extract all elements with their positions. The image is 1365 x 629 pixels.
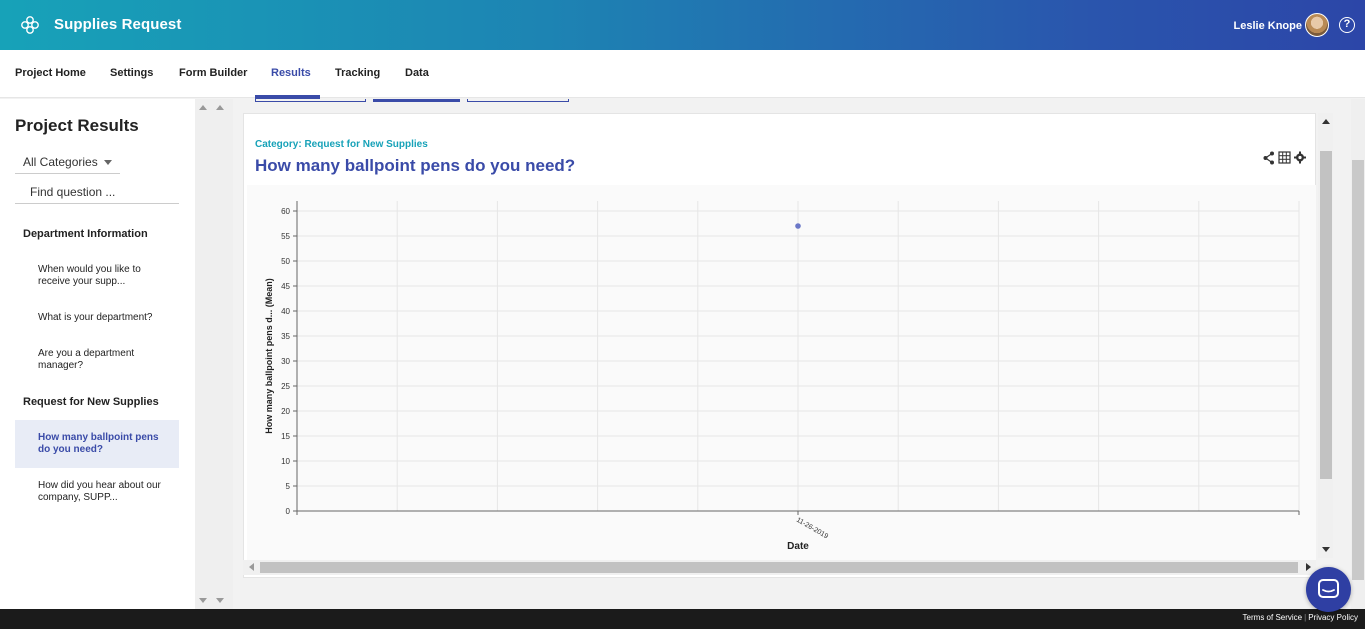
y-tick-label: 15 xyxy=(281,432,290,441)
chart-points xyxy=(795,223,801,229)
sidebar-scrollbar[interactable] xyxy=(195,99,238,609)
x-axis-label: Date xyxy=(787,541,809,552)
footer-links: Terms of Service | Privacy Policy xyxy=(1243,613,1358,622)
sidebar-title: Project Results xyxy=(15,116,139,135)
y-tick-label: 50 xyxy=(281,257,290,266)
y-tick-label: 25 xyxy=(281,382,290,391)
page-scrollbar-thumb[interactable] xyxy=(1352,160,1364,580)
divider xyxy=(15,173,120,174)
privacy-link[interactable]: Privacy Policy xyxy=(1308,613,1358,622)
result-tab[interactable] xyxy=(467,99,569,102)
category-select-value: All Categories xyxy=(23,155,98,169)
scroll-left-icon[interactable] xyxy=(249,563,254,571)
scroll-down-icon[interactable] xyxy=(216,598,224,603)
data-point[interactable] xyxy=(795,223,801,229)
chart-horizontal-scrollbar-thumb[interactable] xyxy=(260,562,1298,573)
y-tick-label: 55 xyxy=(281,232,290,241)
y-tick-label: 20 xyxy=(281,407,290,416)
chart-toolbar xyxy=(1263,151,1306,165)
chart-vertical-scrollbar-thumb[interactable] xyxy=(1320,151,1332,479)
sidebar-question[interactable]: What is your department? xyxy=(38,312,168,324)
x-tick-label: 11-26-2019 xyxy=(795,517,829,541)
category-select[interactable]: All Categories xyxy=(23,155,112,169)
table-icon[interactable] xyxy=(1278,151,1291,164)
y-tick-label: 30 xyxy=(281,357,290,366)
question-category: Category: Request for New Supplies xyxy=(255,139,428,150)
y-tick-label: 40 xyxy=(281,307,290,316)
y-tick-label: 35 xyxy=(281,332,290,341)
sidebar-question[interactable]: Are you a department manager? xyxy=(38,348,168,372)
sidebar: Project Results All Categories Find ques… xyxy=(0,99,195,609)
result-tab[interactable] xyxy=(373,99,460,102)
tab-settings[interactable]: Settings xyxy=(110,67,153,79)
sidebar-question[interactable]: How did you hear about our company, SUPP… xyxy=(38,480,168,504)
chat-button[interactable] xyxy=(1306,567,1351,612)
section-heading[interactable]: Department Information xyxy=(23,228,148,240)
y-axis: 0 5 10 15 20 25 30 35 40 45 50 55 60 xyxy=(281,201,298,516)
y-tick-label: 0 xyxy=(286,507,291,516)
scroll-up-icon[interactable] xyxy=(199,105,207,110)
y-tick-label: 5 xyxy=(286,482,291,491)
sidebar-question-selected[interactable]: How many ballpoint pens do you need? xyxy=(38,432,168,456)
scatter-chart: 0 5 10 15 20 25 30 35 40 45 50 55 60 11-26-2019 How … xyxy=(264,201,1300,552)
scroll-down-icon[interactable] xyxy=(199,598,207,603)
footer: Terms of Service | Privacy Policy xyxy=(0,609,1365,629)
chevron-down-icon xyxy=(103,160,112,166)
y-tick-label: 45 xyxy=(281,282,290,291)
x-axis: 11-26-2019 xyxy=(296,510,1300,541)
terms-link[interactable]: Terms of Service xyxy=(1243,613,1303,622)
chart-area: 0 5 10 15 20 25 30 35 40 45 50 55 60 11-26-2019 How … xyxy=(247,185,1316,560)
top-bar: Supplies Request Leslie Knope ? xyxy=(0,0,1365,50)
scroll-down-icon[interactable] xyxy=(1322,547,1330,552)
find-question-input[interactable]: Find question ... xyxy=(30,185,115,199)
app-title: Supplies Request xyxy=(54,16,182,33)
y-tick-label: 10 xyxy=(281,457,290,466)
share-icon[interactable] xyxy=(1263,151,1275,165)
main-nav: Project Home Settings Form Builder Resul… xyxy=(0,50,1365,98)
scroll-up-icon[interactable] xyxy=(216,105,224,110)
user-name[interactable]: Leslie Knope xyxy=(1234,20,1302,32)
tab-results[interactable]: Results xyxy=(271,67,311,79)
tab-data[interactable]: Data xyxy=(405,67,429,79)
tab-project-home[interactable]: Project Home xyxy=(15,67,86,79)
tab-tracking[interactable]: Tracking xyxy=(335,67,380,79)
result-tab[interactable] xyxy=(255,99,366,102)
divider xyxy=(15,203,179,204)
app-logo-icon[interactable] xyxy=(20,15,40,35)
avatar[interactable] xyxy=(1305,13,1329,37)
chart-grid xyxy=(296,201,1300,512)
y-tick-label: 60 xyxy=(281,207,290,216)
footer-separator: | xyxy=(1304,613,1307,622)
help-icon[interactable]: ? xyxy=(1339,17,1355,33)
gear-icon[interactable] xyxy=(1294,151,1306,164)
question-title: How many ballpoint pens do you need? xyxy=(255,156,576,175)
section-heading[interactable]: Request for New Supplies xyxy=(23,396,159,408)
tab-form-builder[interactable]: Form Builder xyxy=(179,67,247,79)
chat-icon xyxy=(1318,579,1339,598)
scroll-up-icon[interactable] xyxy=(1322,119,1330,124)
y-axis-label: How many ballpoint pens d... (Mean) xyxy=(264,278,274,434)
sidebar-question[interactable]: When would you like to receive your supp… xyxy=(38,264,168,288)
